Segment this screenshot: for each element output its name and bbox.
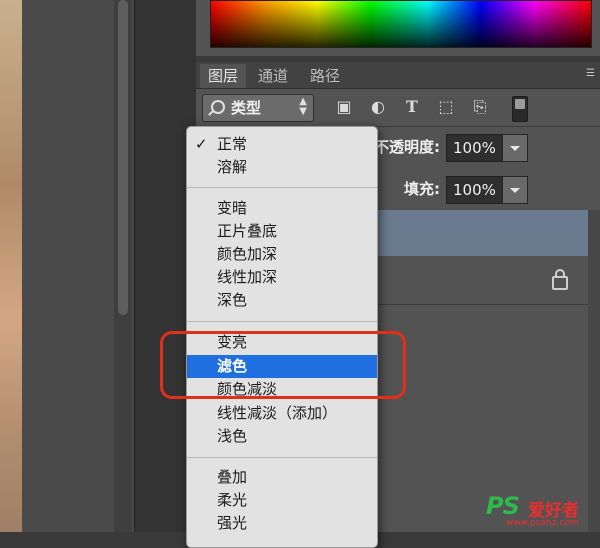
menu-item-lighter-color[interactable]: 浅色	[187, 425, 377, 448]
menu-separator	[187, 321, 377, 322]
layer-filter-row: 类型 ▲ ▼ ▣ ◐ T ⬚ ⎘	[196, 88, 600, 126]
smart-object-filter-icon[interactable]: ⎘	[470, 98, 490, 116]
menu-item-dissolve[interactable]: 溶解	[187, 156, 377, 179]
opacity-label: 不透明度:	[374, 138, 440, 156]
watermark: PS 爱好者 www.psahz.com	[486, 492, 596, 528]
filter-type-select[interactable]: 类型 ▲ ▼	[202, 94, 314, 122]
watermark-url: www.psahz.com	[506, 518, 579, 528]
panel-menu-icon[interactable]: ☰	[586, 69, 596, 79]
filter-type-label: 类型	[231, 99, 262, 117]
type-filter-icon[interactable]: T	[402, 98, 422, 116]
menu-item-multiply[interactable]: 正片叠底	[187, 220, 377, 243]
menu-item-normal[interactable]: ✓ 正常	[187, 133, 377, 156]
document-scrollbar-thumb[interactable]	[118, 0, 128, 315]
menu-item-soft-light[interactable]: 柔光	[187, 489, 377, 512]
opacity-input[interactable]: 100%	[446, 134, 510, 162]
check-icon: ✓	[195, 135, 208, 153]
menu-item-linear-burn[interactable]: 线性加深	[187, 266, 377, 289]
fill-input[interactable]: 100%	[446, 176, 510, 204]
panel-tabs: 图层 通道 路径 ☰	[196, 62, 600, 89]
watermark-logo: PS	[486, 492, 520, 520]
image-filter-icon[interactable]: ▣	[334, 98, 354, 116]
opacity-dropdown-button[interactable]	[502, 134, 528, 162]
chevron-updown-icon: ▲ ▼	[299, 96, 307, 117]
menu-item-linear-dodge[interactable]: 线性减淡（添加）	[187, 402, 377, 425]
menu-item-darker-color[interactable]: 深色	[187, 289, 377, 312]
color-spectrum[interactable]	[210, 0, 592, 48]
adjustment-filter-icon[interactable]: ◐	[368, 98, 388, 116]
fill-dropdown-button[interactable]	[502, 176, 528, 204]
menu-item-color-burn[interactable]: 颜色加深	[187, 243, 377, 266]
fill-label: 填充:	[404, 180, 440, 198]
lock-icon	[552, 269, 568, 290]
tab-paths[interactable]: 路径	[302, 64, 348, 88]
document-canvas-edge	[0, 0, 22, 532]
menu-item-overlay[interactable]: 叠加	[187, 466, 377, 489]
tab-channels[interactable]: 通道	[250, 64, 296, 88]
menu-separator	[187, 457, 377, 458]
menu-separator	[187, 187, 377, 188]
menu-item-darken[interactable]: 变暗	[187, 197, 377, 220]
highlight-callout-box	[160, 331, 406, 399]
search-icon	[211, 100, 225, 114]
shape-filter-icon[interactable]: ⬚	[436, 98, 456, 116]
tab-layers[interactable]: 图层	[200, 64, 247, 88]
layers-scrollbar-track[interactable]	[588, 210, 600, 532]
filter-toggle[interactable]	[512, 96, 528, 122]
